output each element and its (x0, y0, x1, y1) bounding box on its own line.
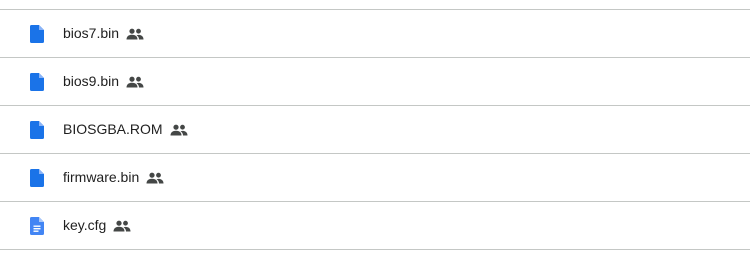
file-icon (30, 169, 44, 187)
file-name-label: key.cfg (63, 217, 107, 233)
file-name-label: BIOSGBA.ROM (63, 121, 163, 137)
file-row[interactable]: bios7.bin (0, 10, 750, 58)
file-row[interactable]: firmware.bin (0, 154, 750, 202)
document-icon (30, 217, 44, 235)
people-icon (126, 28, 144, 40)
file-name-label: firmware.bin (63, 169, 140, 185)
file-icon (30, 73, 44, 91)
file-name: BIOSGBA.ROM (63, 106, 188, 153)
people-icon (126, 76, 144, 88)
file-name: bios7.bin (63, 10, 144, 57)
file-name: firmware.bin (63, 154, 164, 201)
file-row[interactable]: BIOSGBA.ROM (0, 106, 750, 154)
people-icon (170, 124, 188, 136)
file-name-label: bios9.bin (63, 73, 120, 89)
file-row[interactable]: bios9.bin (0, 58, 750, 106)
file-icon (30, 25, 44, 43)
file-name: key.cfg (63, 202, 131, 249)
people-icon (146, 172, 164, 184)
file-name: bios9.bin (63, 58, 144, 105)
file-list: bios7.bin bios9.bin BIOSGBA.ROM firmware… (0, 0, 750, 258)
file-icon (30, 121, 44, 139)
people-icon (113, 220, 131, 232)
file-row[interactable]: key.cfg (0, 202, 750, 250)
file-name-label: bios7.bin (63, 25, 120, 41)
